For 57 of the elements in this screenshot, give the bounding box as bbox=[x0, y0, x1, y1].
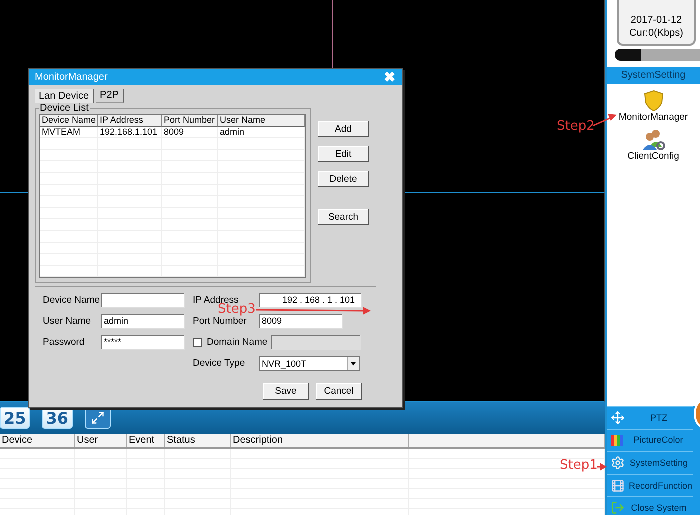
field-label: Port Number bbox=[193, 316, 248, 327]
checkbox[interactable] bbox=[193, 338, 202, 347]
dialog-title: MonitorManager bbox=[35, 72, 108, 82]
column-header: Event bbox=[127, 434, 165, 447]
dialog-button[interactable]: Save bbox=[263, 383, 309, 400]
move-icon bbox=[611, 410, 625, 425]
section-header: SystemSetting bbox=[607, 67, 700, 84]
menu-button[interactable]: Close System bbox=[607, 496, 693, 515]
input-field[interactable]: admin bbox=[101, 314, 185, 329]
input-field[interactable] bbox=[101, 293, 185, 308]
dropdown[interactable]: NVR_100T bbox=[259, 356, 360, 371]
action-button[interactable]: Search bbox=[318, 209, 369, 225]
caret-icon[interactable] bbox=[347, 357, 359, 370]
column-header: Device Name bbox=[40, 115, 98, 127]
setting-item[interactable]: ClientConfig bbox=[628, 151, 680, 162]
column-header: User Name bbox=[218, 115, 305, 127]
users-icon bbox=[642, 129, 666, 151]
action-button[interactable]: Edit bbox=[318, 146, 369, 162]
film-icon bbox=[611, 478, 625, 493]
setting-item[interactable]: MonitorManager bbox=[618, 112, 688, 123]
step-label: Step1 bbox=[560, 458, 598, 473]
table-cell: admin bbox=[218, 126, 305, 138]
field-label: Password bbox=[43, 337, 86, 348]
input-field[interactable] bbox=[271, 335, 361, 350]
column-header: IP Address bbox=[98, 115, 162, 127]
annotation-arrow bbox=[597, 460, 607, 474]
step-label: Step2 bbox=[557, 119, 595, 134]
column-header: Status bbox=[165, 434, 231, 447]
status-text: 2017-01-12 bbox=[630, 14, 682, 27]
table-cell: 8009 bbox=[162, 126, 218, 138]
table-cell: MVTEAM bbox=[40, 126, 98, 138]
checkbox-label: Domain Name bbox=[207, 337, 269, 348]
exit-icon bbox=[611, 501, 625, 515]
column-header: Port Number bbox=[162, 115, 218, 127]
action-button[interactable]: Delete bbox=[318, 171, 369, 187]
status-text: Cur:0(Kbps) bbox=[630, 27, 684, 40]
tab[interactable]: Lan Device bbox=[35, 89, 94, 103]
fullscreen-icon bbox=[90, 411, 105, 425]
color-bars-icon bbox=[611, 434, 624, 447]
input-field[interactable]: ***** bbox=[101, 335, 185, 350]
field-label: User Name bbox=[43, 316, 92, 327]
field-label: Device Name bbox=[43, 295, 101, 306]
table-cell: 192.168.1.101 bbox=[98, 126, 162, 138]
column-header: User bbox=[75, 434, 127, 447]
step-label: Step3 bbox=[218, 302, 256, 317]
column-header: Description bbox=[231, 434, 409, 447]
dialog-button[interactable]: Cancel bbox=[316, 383, 362, 400]
shield-icon bbox=[644, 90, 664, 112]
column-header: Device bbox=[0, 434, 75, 447]
ip-field[interactable]: 192 . 168 . 1 . 101 bbox=[259, 293, 362, 308]
settings-icon bbox=[611, 456, 625, 470]
input-field[interactable]: 8009 bbox=[259, 314, 343, 329]
group-label: Device List bbox=[39, 103, 90, 114]
tab[interactable]: P2P bbox=[96, 89, 124, 103]
field-label: Device Type bbox=[193, 358, 246, 369]
layout-button[interactable]: 25 bbox=[0, 407, 30, 429]
action-button[interactable]: Add bbox=[318, 121, 369, 137]
